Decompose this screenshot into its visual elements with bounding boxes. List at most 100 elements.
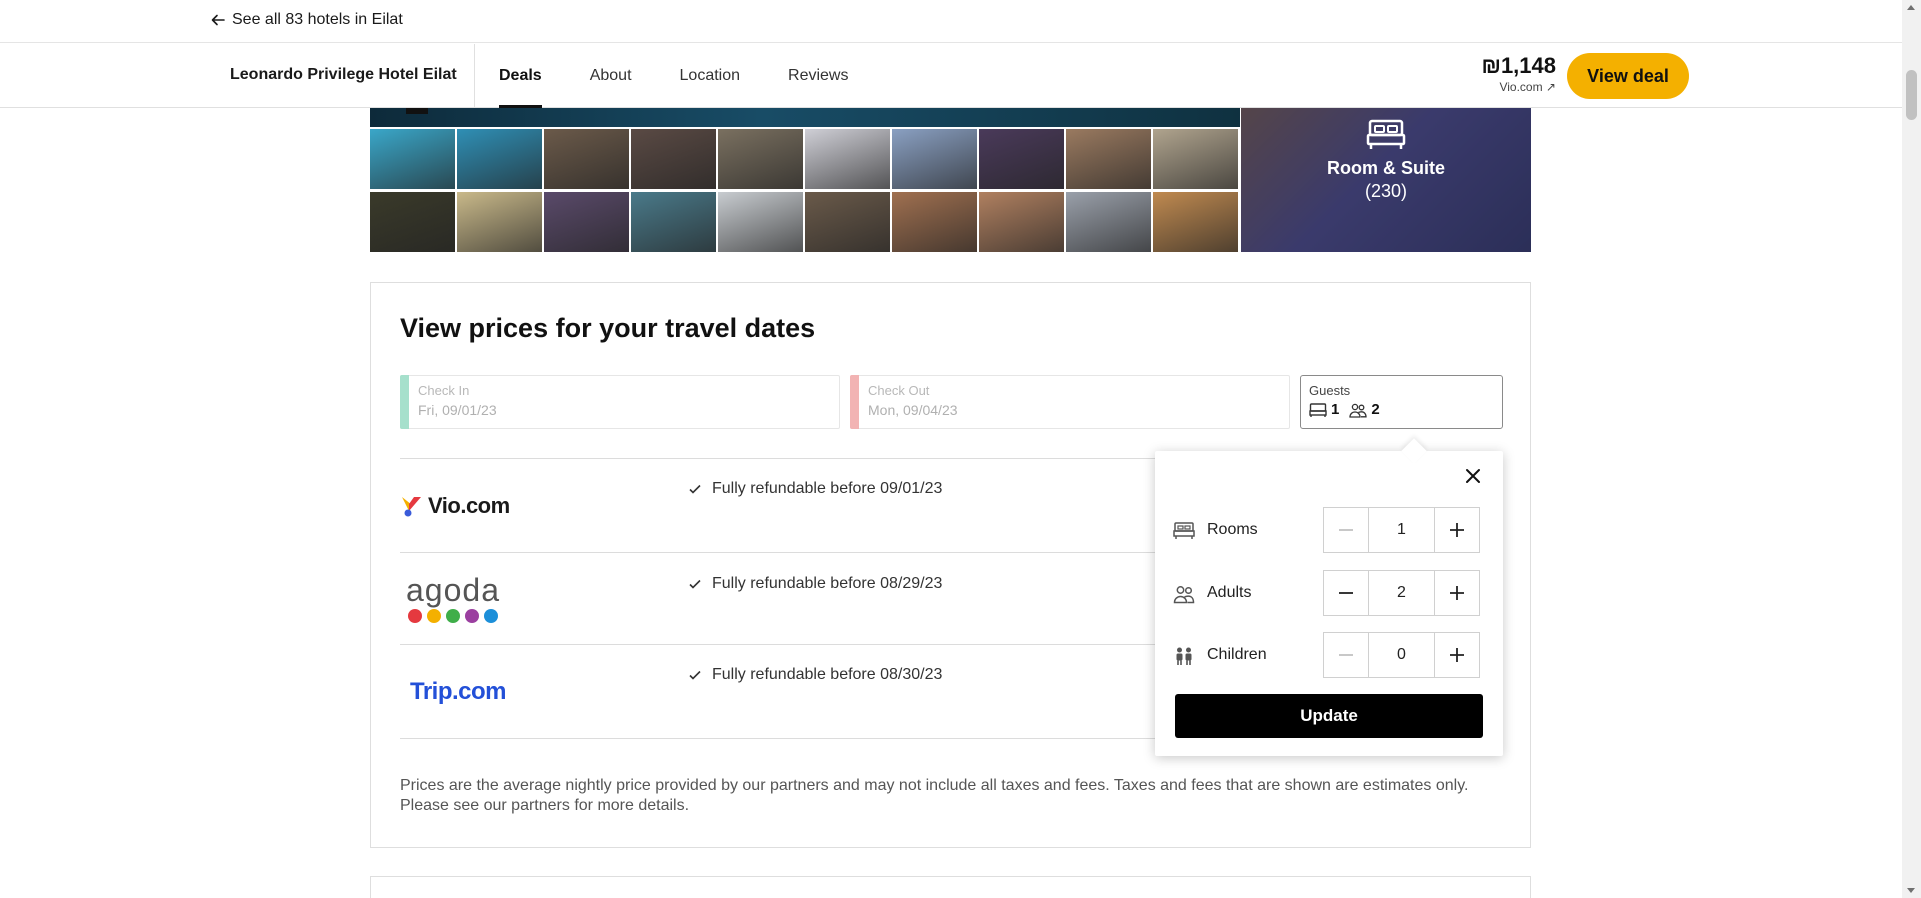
children-row: Children 0 bbox=[1173, 632, 1485, 680]
minus-icon bbox=[1339, 529, 1353, 531]
photo-thumbnail[interactable] bbox=[718, 192, 803, 252]
photo-thumbnail[interactable] bbox=[544, 129, 629, 189]
agoda-dot bbox=[407, 608, 422, 623]
nav-price: ₪1,148 bbox=[1481, 53, 1557, 78]
scroll-up-icon[interactable] bbox=[1907, 5, 1915, 10]
photo-thumbnail[interactable] bbox=[718, 129, 803, 189]
check-out-color-bar bbox=[850, 375, 859, 429]
trip-logo-text: Trip.com bbox=[410, 677, 507, 705]
close-icon bbox=[1466, 468, 1480, 483]
next-section-card bbox=[370, 876, 1531, 898]
arrow-left-icon bbox=[211, 14, 225, 26]
nav-price-source: Vio.com ↗ bbox=[1499, 80, 1556, 94]
adults-row: Adults 2 bbox=[1173, 570, 1485, 618]
photo-thumbnail[interactable] bbox=[979, 129, 1064, 189]
photo-thumbnails bbox=[370, 129, 1240, 252]
photo-thumbnail[interactable] bbox=[892, 192, 977, 252]
children-icon bbox=[1176, 647, 1192, 665]
children-increment-button[interactable] bbox=[1435, 633, 1479, 677]
photo-overlay-marker bbox=[406, 108, 428, 114]
guests-popover: Rooms 1 Adults 2 Children 0 Update bbox=[1155, 438, 1503, 756]
photo-thumbnail[interactable] bbox=[370, 192, 455, 252]
tab-about[interactable]: About bbox=[590, 44, 632, 108]
photo-thumbnail[interactable] bbox=[544, 192, 629, 252]
bed-icon bbox=[1309, 402, 1327, 417]
deal-refund-trip: Fully refundable before 08/30/23 bbox=[688, 666, 942, 684]
plus-icon bbox=[1450, 586, 1464, 600]
deal-refund-agoda: Fully refundable before 08/29/23 bbox=[688, 575, 942, 593]
photo-thumbnail[interactable] bbox=[892, 129, 977, 189]
page-scrollbar[interactable] bbox=[1902, 0, 1921, 898]
vio-logo-text: Vio.com bbox=[428, 492, 510, 518]
adults-increment-button[interactable] bbox=[1435, 571, 1479, 615]
guests-summary: 1 2 bbox=[1309, 401, 1380, 418]
rooms-label: Rooms bbox=[1207, 521, 1258, 538]
guests-label: Guests bbox=[1309, 383, 1351, 398]
check-in-color-bar bbox=[400, 375, 409, 429]
rooms-decrement-button[interactable] bbox=[1324, 508, 1368, 552]
room-suite-tile[interactable]: Room & Suite (230) bbox=[1241, 108, 1531, 252]
tab-reviews[interactable]: Reviews bbox=[788, 44, 848, 108]
rooms-value: 1 bbox=[1368, 508, 1435, 552]
minus-icon bbox=[1339, 654, 1353, 656]
see-all-hotels-link[interactable]: See all 83 hotels in Eilat bbox=[210, 11, 403, 29]
agoda-dot bbox=[483, 608, 498, 623]
main-photo[interactable] bbox=[370, 108, 1240, 127]
children-decrement-button[interactable] bbox=[1324, 633, 1368, 677]
guests-adults-count: 2 bbox=[1371, 401, 1380, 418]
photo-thumbnail[interactable] bbox=[805, 192, 890, 252]
agoda-logo-text: agoda bbox=[406, 571, 500, 608]
adults-icon bbox=[1349, 403, 1367, 418]
top-bar: See all 83 hotels in Eilat bbox=[0, 0, 1902, 43]
agoda-dot bbox=[464, 608, 479, 623]
vio-logo[interactable]: Vio.com bbox=[400, 459, 510, 552]
photo-thumbnail[interactable] bbox=[1066, 129, 1151, 189]
rooms-increment-button[interactable] bbox=[1435, 508, 1479, 552]
photo-thumbnail[interactable] bbox=[631, 192, 716, 252]
check-in-field[interactable]: Check In Fri, 09/01/23 bbox=[400, 375, 840, 429]
nav-price-box[interactable]: ₪1,148 Vio.com ↗ bbox=[1480, 53, 1557, 95]
photo-thumbnail[interactable] bbox=[457, 192, 542, 252]
check-out-value: Mon, 09/04/23 bbox=[868, 402, 958, 418]
view-deal-button[interactable]: View deal bbox=[1567, 53, 1689, 99]
hotel-navbar: Leonardo Privilege Hotel Eilat Deals Abo… bbox=[0, 44, 1902, 108]
photo-thumbnail[interactable] bbox=[1153, 192, 1238, 252]
adults-decrement-button[interactable] bbox=[1324, 571, 1368, 615]
photo-thumbnail[interactable] bbox=[631, 129, 716, 189]
check-out-field[interactable]: Check Out Mon, 09/04/23 bbox=[850, 375, 1290, 429]
agoda-logo[interactable]: agoda bbox=[406, 553, 500, 644]
room-suite-label: Room & Suite bbox=[1326, 158, 1445, 178]
photo-thumbnail[interactable] bbox=[370, 129, 455, 189]
nav-divider bbox=[474, 44, 475, 108]
deal-refund-vio: Fully refundable before 09/01/23 bbox=[688, 480, 942, 498]
agoda-dot bbox=[426, 608, 441, 623]
refund-text-vio: Fully refundable before 09/01/23 bbox=[712, 480, 943, 497]
rooms-stepper: 1 bbox=[1323, 507, 1480, 553]
plus-icon bbox=[1450, 648, 1464, 662]
adults-label: Adults bbox=[1207, 584, 1252, 601]
adults-icon bbox=[1173, 586, 1195, 604]
photo-thumbnail[interactable] bbox=[1153, 129, 1238, 189]
check-in-label: Check In bbox=[418, 383, 470, 398]
bed-icon bbox=[1366, 119, 1406, 149]
children-label: Children bbox=[1207, 646, 1267, 663]
photo-thumbnail[interactable] bbox=[805, 129, 890, 189]
update-guests-button[interactable]: Update bbox=[1175, 694, 1483, 738]
trip-logo[interactable]: Trip.com bbox=[410, 645, 507, 738]
agoda-dots bbox=[407, 608, 498, 623]
close-popover-button[interactable] bbox=[1461, 465, 1485, 489]
scrollbar-thumb[interactable] bbox=[1906, 70, 1917, 120]
tab-location[interactable]: Location bbox=[680, 44, 741, 108]
photo-thumbnail[interactable] bbox=[457, 129, 542, 189]
photo-thumbnail[interactable] bbox=[979, 192, 1064, 252]
agoda-dot bbox=[445, 608, 460, 623]
scroll-down-icon[interactable] bbox=[1907, 888, 1915, 893]
tab-deals[interactable]: Deals bbox=[499, 44, 542, 108]
guests-rooms-count: 1 bbox=[1331, 401, 1340, 418]
guests-field[interactable]: Guests 1 2 bbox=[1300, 375, 1503, 429]
hotel-name: Leonardo Privilege Hotel Eilat bbox=[230, 66, 457, 83]
check-icon bbox=[689, 579, 701, 589]
see-all-hotels-label: See all 83 hotels in Eilat bbox=[232, 11, 403, 28]
prices-disclaimer: Prices are the average nightly price pro… bbox=[400, 777, 1469, 814]
photo-thumbnail[interactable] bbox=[1066, 192, 1151, 252]
